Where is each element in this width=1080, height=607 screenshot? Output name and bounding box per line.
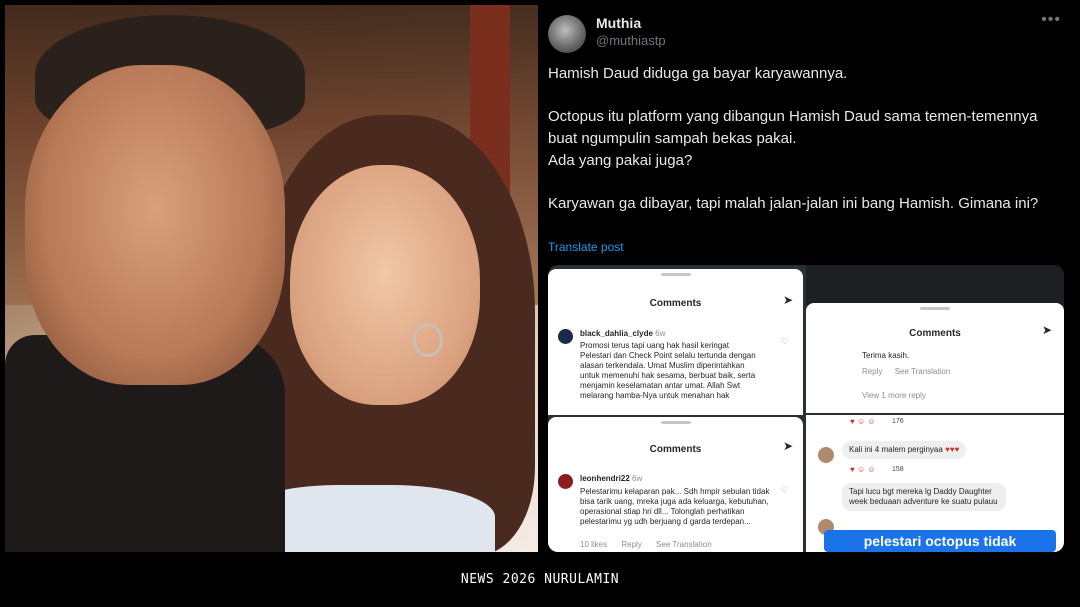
likes-count: 10 likes — [580, 540, 608, 549]
couple-photo — [5, 5, 538, 552]
translate-post-link[interactable]: Translate post — [548, 240, 624, 254]
user-handle[interactable]: @muthiastp — [596, 33, 666, 48]
like-icon: ♡ — [780, 485, 789, 495]
reaction-icons: ♥ ☺ ☺ — [850, 465, 876, 474]
view-more-replies: View 1 more reply — [862, 391, 926, 400]
hearts-icon: ♥♥♥ — [945, 445, 960, 454]
comment-text: Promosi terus tapi uang hak hasil kering… — [580, 341, 756, 400]
sheet-grabber — [660, 421, 691, 424]
commenter-name: black_dahlia_clyde — [580, 329, 653, 338]
commenter-name: leonhendri22 — [580, 474, 630, 483]
tweet-body: Hamish Daud diduga ga bayar karyawannya.… — [548, 63, 1063, 236]
tweet-paragraph-3: Karyawan ga dibayar, tapi malah jalan-ja… — [548, 195, 1039, 212]
commenter-avatar — [558, 474, 573, 489]
comment-time: 6w — [632, 474, 643, 483]
comments-card-2: Comments ➤ Terima kasih. Reply See Trans… — [806, 303, 1064, 413]
video-caption: pelestari octopus tidak — [824, 530, 1056, 552]
see-translation-link: See Translation — [894, 367, 951, 376]
comment-time: 6w — [655, 329, 666, 338]
comment-text: Pelestarimu kelaparan pak... Sdh hmpir s… — [580, 487, 770, 526]
tweet-paragraph-2: Octopus itu platform yang dibangun Hamis… — [548, 108, 1038, 169]
like-icon: ♡ — [780, 336, 789, 346]
comments-title: Comments — [649, 298, 702, 309]
tweet-paragraph-1: Hamish Daud diduga ga bayar karyawannya. — [548, 65, 848, 82]
sheet-grabber — [660, 273, 691, 276]
comment-header: leonhendri22 6w — [580, 474, 642, 484]
footer-credit: NEWS 2026 NURULAMIN — [0, 552, 1080, 607]
chat-message: Tapi lucu bgt mereka lg Daddy Daughter w… — [842, 483, 1006, 511]
video-background — [806, 265, 1064, 305]
reaction-icons: ♥ ☺ ☺ — [850, 417, 876, 426]
reaction-count: 176 — [892, 418, 904, 425]
more-options-icon[interactable]: ••• — [1041, 11, 1061, 29]
reply-link: Reply — [862, 367, 883, 376]
see-translation-link: See Translation — [656, 540, 712, 549]
sheet-grabber — [920, 307, 950, 310]
comment-header: black_dahlia_clyde 6w — [580, 329, 665, 339]
commenter-avatar — [558, 329, 573, 344]
attached-screenshots[interactable]: Comments ➤ black_dahlia_clyde 6w ♡ Promo… — [548, 265, 1064, 552]
tweet-panel: Muthia @muthiastp ••• Hamish Daud diduga… — [540, 5, 1075, 552]
chat-message-text: Kali ini 4 malem perginyaa — [849, 445, 943, 454]
comments-title: Comments — [649, 444, 702, 455]
chat-message: Kali ini 4 malem perginyaa ♥♥♥ — [842, 441, 967, 459]
send-icon: ➤ — [782, 439, 793, 453]
photo-earring — [413, 323, 443, 357]
reply-link: Reply — [621, 540, 642, 549]
display-name[interactable]: Muthia — [596, 15, 641, 31]
chat-avatar — [818, 447, 834, 463]
avatar[interactable] — [548, 15, 586, 53]
send-icon: ➤ — [1041, 323, 1052, 337]
reaction-count: 158 — [892, 466, 904, 473]
comments-card-3: Comments ➤ leonhendri22 6w ♡ Pelestarimu… — [548, 417, 803, 552]
send-icon: ➤ — [782, 293, 793, 307]
comment-actions: Reply See Translation — [862, 367, 950, 377]
comments-title: Comments — [909, 328, 961, 339]
comment-text: Terima kasih. — [862, 351, 910, 360]
comments-card-1: Comments ➤ black_dahlia_clyde 6w ♡ Promo… — [548, 269, 803, 415]
photo-woman-face — [290, 165, 480, 405]
comment-actions: 10 likes Reply See Translation — [580, 540, 712, 550]
chat-screenshot: ♥ ☺ ☺ 176 Kali ini 4 malem perginyaa ♥♥♥… — [806, 415, 1064, 552]
photo-man-face — [25, 65, 285, 385]
